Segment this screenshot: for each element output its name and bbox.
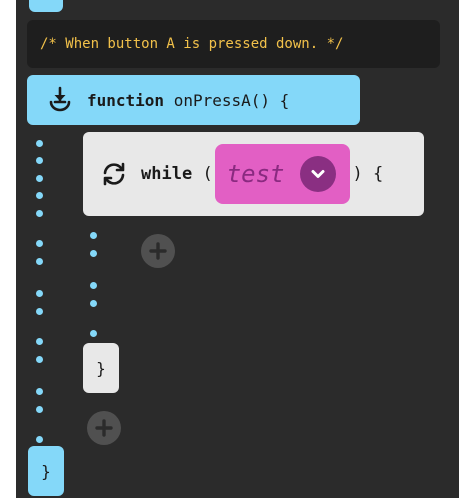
condition-label: test [226,160,285,188]
previous-block-stub [29,0,63,12]
gutter-dot [36,192,43,199]
while-open-paren: ( [202,164,213,184]
gutter-dot [90,282,97,289]
gutter-dot [36,175,43,182]
gutter-dot [90,330,97,337]
add-statement-button[interactable] [87,411,121,445]
condition-slot[interactable]: test [214,144,351,204]
chevron-down-icon[interactable] [300,156,337,192]
gutter-dot [36,157,43,164]
gutter-dot [36,406,43,413]
while-block-header[interactable]: while ( test ) { [83,132,424,216]
function-block-header[interactable]: function onPressA() { [27,75,360,125]
gutter-dot [36,338,43,345]
gutter-dot [90,232,97,239]
gutter-dot [36,436,43,443]
gutter-dot [36,308,43,315]
gutter-dot [36,290,43,297]
plus-icon [94,418,114,438]
gutter-dot [36,356,43,363]
plus-icon [148,241,168,261]
while-keyword: while [141,164,193,184]
gutter-dot [90,300,97,307]
loop-refresh-icon [99,159,129,189]
function-block-closing-brace: } [28,446,64,496]
gutter-dot [90,250,97,257]
function-keyword: function [87,90,165,110]
comment-block[interactable]: /* When button A is pressed down. */ [27,20,440,68]
while-body-gutter [90,232,98,342]
function-name[interactable]: onPressA() { [174,91,290,110]
gutter-dot [36,140,43,147]
gutter-dot [36,210,43,217]
function-body-gutter [36,140,44,443]
while-close-paren: ) { [352,164,384,184]
press-download-icon [43,83,77,117]
gutter-dot [36,240,43,247]
gutter-dot [36,258,43,265]
while-block-closing-brace: } [83,343,119,393]
add-statement-button[interactable] [141,234,175,268]
gutter-dot [36,388,43,395]
